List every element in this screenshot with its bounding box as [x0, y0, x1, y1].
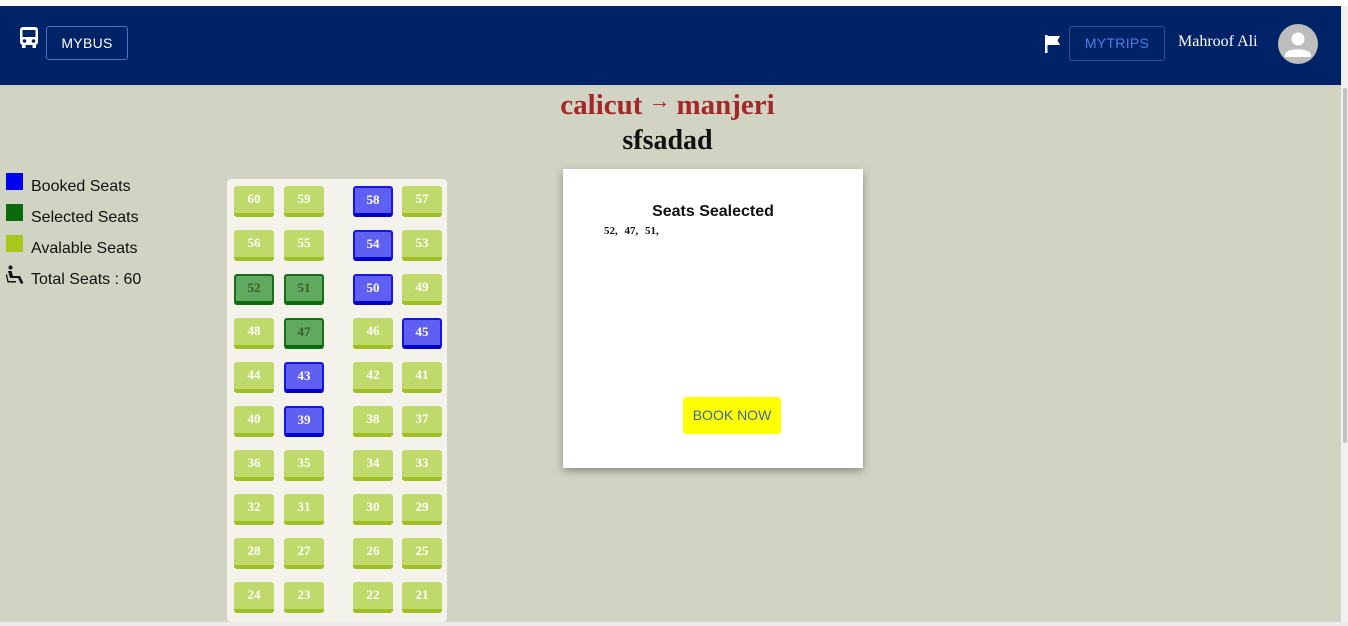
seat-available[interactable]: 34 [353, 450, 393, 481]
seat-available[interactable]: 30 [353, 494, 393, 525]
mybus-button[interactable]: MYBUS [46, 26, 128, 60]
seat-booked[interactable]: 45 [402, 318, 442, 349]
legend-total-label: Total Seats : 60 [31, 271, 142, 288]
legend-available-label: Avalable Seats [31, 240, 138, 257]
bottom-bar [0, 622, 1348, 626]
seat-available[interactable]: 23 [284, 582, 324, 613]
seat-available[interactable]: 48 [234, 318, 274, 349]
seat-booked[interactable]: 54 [353, 230, 393, 261]
seat-icon [6, 265, 24, 284]
seat-available[interactable]: 55 [284, 230, 324, 261]
route-title: calicut → manjeri [0, 88, 1335, 124]
selected-swatch [6, 204, 23, 221]
legend-booked-label: Booked Seats [31, 178, 131, 195]
seat-available[interactable]: 57 [402, 186, 442, 217]
seat-available[interactable]: 32 [234, 494, 274, 525]
booked-swatch [6, 173, 23, 190]
seat-available[interactable]: 37 [402, 406, 442, 437]
legend-selected-label: Selected Seats [31, 209, 139, 226]
scrollbar-thumb[interactable] [1343, 88, 1347, 443]
available-swatch [6, 235, 23, 252]
summary-title: Seats Sealected [652, 203, 774, 220]
seat-selected[interactable]: 47 [284, 318, 324, 349]
seat-available[interactable]: 33 [402, 450, 442, 481]
seat-booked[interactable]: 43 [284, 362, 324, 393]
seat-available[interactable]: 29 [402, 494, 442, 525]
seat-booked[interactable]: 39 [284, 406, 324, 437]
bus-icon [20, 27, 38, 48]
seat-map: 60 59 58 57 56 55 54 53 52 51 50 49 48 47 46 45 44 43 42 41… [227, 179, 447, 622]
seat-selected[interactable]: 52 [234, 274, 274, 305]
seat-available[interactable]: 28 [234, 538, 274, 569]
seat-available[interactable]: 36 [234, 450, 274, 481]
seat-available[interactable]: 46 [353, 318, 393, 349]
user-name: Mahroof Ali [1178, 33, 1258, 50]
seat-available[interactable]: 56 [234, 230, 274, 261]
route-to: manjeri [676, 89, 775, 121]
seat-available[interactable]: 31 [284, 494, 324, 525]
seat-available[interactable]: 27 [284, 538, 324, 569]
seat-available[interactable]: 22 [353, 582, 393, 613]
selection-summary-card: Seats Sealected 52, 47, 51, BOOK NOW [563, 169, 863, 468]
seat-booked[interactable]: 58 [353, 186, 393, 217]
person-icon [1285, 32, 1311, 57]
seat-selected[interactable]: 51 [284, 274, 324, 305]
seat-available[interactable]: 26 [353, 538, 393, 569]
seat-available[interactable]: 40 [234, 406, 274, 437]
flag-icon[interactable] [1044, 34, 1062, 54]
seat-available[interactable]: 38 [353, 406, 393, 437]
avatar[interactable] [1278, 24, 1318, 64]
seat-available[interactable]: 25 [402, 538, 442, 569]
seat-available[interactable]: 42 [353, 362, 393, 393]
seat-booked[interactable]: 50 [353, 274, 393, 305]
seat-available[interactable]: 21 [402, 582, 442, 613]
bus-name: sfsadad [622, 125, 713, 156]
seat-available[interactable]: 35 [284, 450, 324, 481]
mytrips-button[interactable]: MYTRIPS [1069, 26, 1165, 61]
seat-available[interactable]: 53 [402, 230, 442, 261]
seat-available[interactable]: 60 [234, 186, 274, 217]
route-arrow: → [648, 88, 671, 113]
seat-available[interactable]: 24 [234, 582, 274, 613]
route-from: calicut [560, 89, 643, 121]
seat-available[interactable]: 59 [284, 186, 324, 217]
seat-available[interactable]: 49 [402, 274, 442, 305]
seat-available[interactable]: 44 [234, 362, 274, 393]
book-now-button[interactable]: BOOK NOW [683, 397, 781, 434]
app-bar: MYBUS MYTRIPS Mahroof Ali [0, 6, 1341, 85]
seat-available[interactable]: 41 [402, 362, 442, 393]
selected-seats-list: 52, 47, 51, [604, 225, 659, 237]
